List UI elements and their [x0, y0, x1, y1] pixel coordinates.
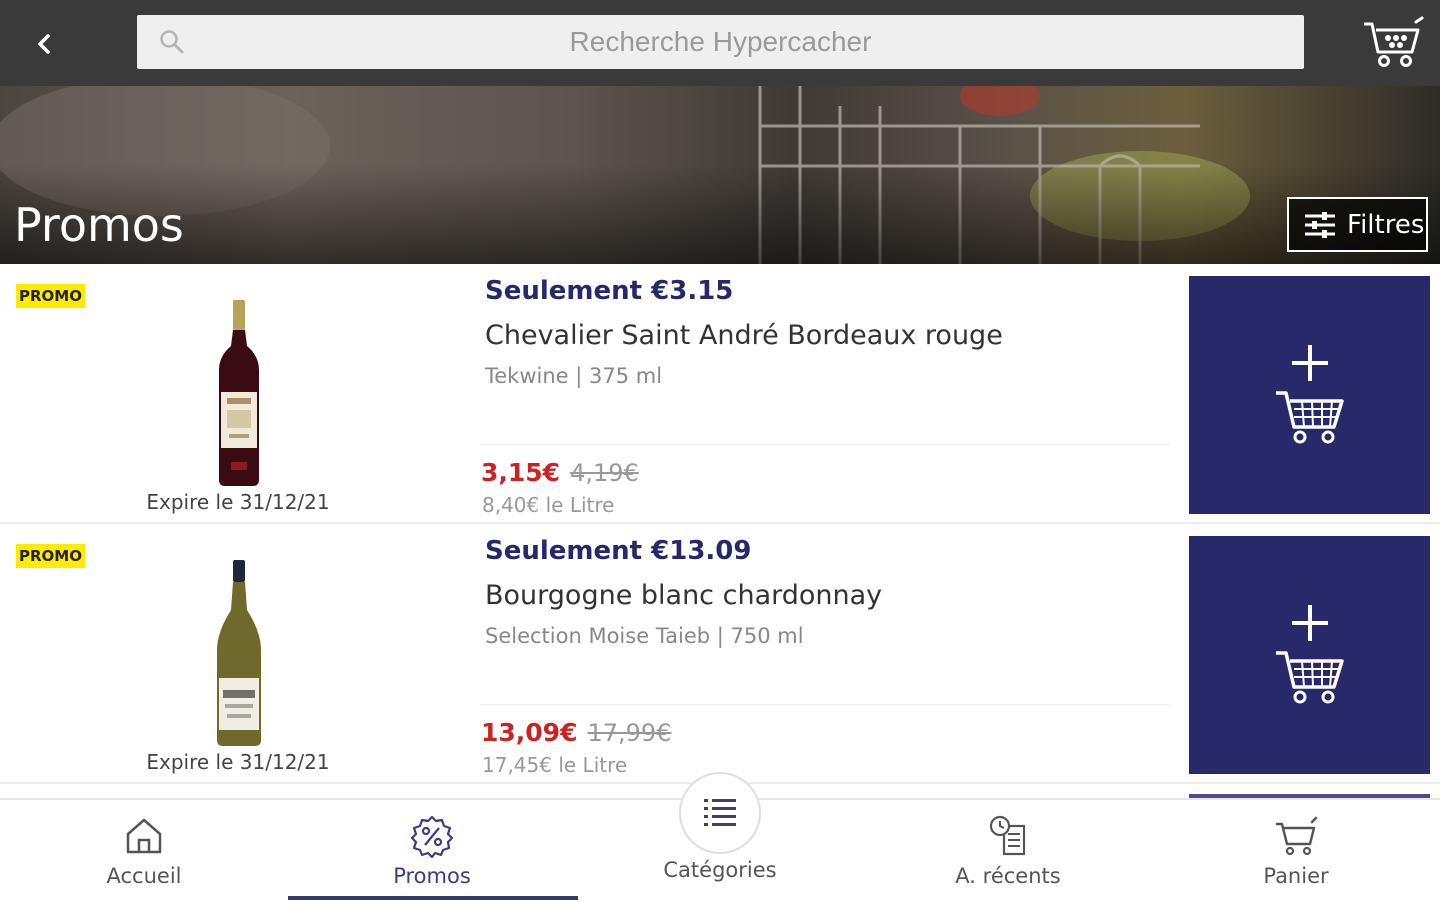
current-price: 3,15€	[481, 458, 561, 487]
recent-icon	[989, 815, 1026, 856]
old-price: 17,99€	[587, 719, 672, 747]
filters-button[interactable]: Filtres	[1287, 197, 1428, 252]
red-wine-bottle-image[interactable]	[207, 298, 271, 490]
percent-icon	[410, 815, 454, 858]
add-to-cart-button[interactable]	[1189, 276, 1430, 514]
divider	[480, 704, 1170, 705]
nav-item-promos[interactable]: Promos	[288, 800, 576, 902]
filters-label: Filtres	[1347, 209, 1425, 240]
back-button[interactable]	[22, 22, 66, 66]
nav-label: Accueil	[106, 864, 182, 888]
home-icon	[126, 818, 162, 854]
search-input[interactable]	[137, 15, 1304, 69]
categories-button[interactable]	[679, 772, 761, 854]
banner-shade	[0, 164, 1440, 264]
promo-banner: Promos Filtres	[0, 86, 1440, 264]
cart-icon	[1276, 816, 1318, 856]
search-bar[interactable]	[137, 15, 1304, 69]
unit-price: 8,40€ le Litre	[482, 493, 615, 517]
old-price: 4,19€	[570, 459, 639, 487]
nav-label: Promos	[393, 864, 471, 888]
nav-item-panier[interactable]: Panier	[1152, 800, 1440, 902]
nav-item-accueil[interactable]: Accueil	[0, 800, 288, 902]
expiry-date: Expire le 31/12/21	[146, 490, 330, 514]
add-to-cart-icon	[1275, 345, 1344, 444]
promo-headline: Seulement €13.09	[485, 536, 752, 566]
chevron-left-icon	[38, 34, 50, 54]
cart-button[interactable]	[1362, 16, 1424, 70]
price-row: 13,09€ 17,99€	[481, 718, 671, 747]
nav-label-categories[interactable]: Catégories	[620, 858, 820, 882]
product-name[interactable]: Chevalier Saint André Bordeaux rouge	[485, 320, 1003, 351]
search-icon	[160, 30, 184, 54]
product-card[interactable]: PROMO Expire le 31/12/21 Seulement €3.15…	[0, 264, 1440, 524]
sliders-icon	[1305, 211, 1335, 238]
product-brand-size: Tekwine | 375 ml	[485, 364, 663, 388]
list-icon	[704, 799, 736, 826]
add-to-cart-button[interactable]	[1189, 536, 1430, 774]
current-price: 13,09€	[481, 718, 578, 747]
cart-icon	[1364, 16, 1424, 67]
add-to-cart-icon	[1275, 605, 1344, 704]
promo-headline: Seulement €3.15	[485, 276, 734, 306]
page-title: Promos	[14, 198, 184, 252]
unit-price: 17,45€ le Litre	[482, 753, 628, 777]
product-card[interactable]: PROMO Expire le 31/12/21 Seulement €13.0…	[0, 524, 1440, 784]
price-row: 3,15€ 4,19€	[481, 458, 639, 487]
product-name[interactable]: Bourgogne blanc chardonnay	[485, 580, 882, 611]
active-tab-indicator	[288, 896, 578, 900]
product-brand-size: Selection Moise Taieb | 750 ml	[485, 624, 804, 648]
top-bar	[0, 0, 1440, 86]
nav-label: A. récents	[955, 864, 1061, 888]
expiry-date: Expire le 31/12/21	[146, 750, 330, 774]
white-wine-bottle-image[interactable]	[207, 558, 271, 750]
divider	[480, 444, 1170, 445]
promo-badge: PROMO	[16, 544, 85, 568]
product-list[interactable]: PROMO Expire le 31/12/21 Seulement €3.15…	[0, 264, 1440, 798]
promo-badge: PROMO	[16, 284, 85, 308]
nav-item-recents[interactable]: A. récents	[864, 800, 1152, 902]
nav-label: Panier	[1263, 864, 1329, 888]
